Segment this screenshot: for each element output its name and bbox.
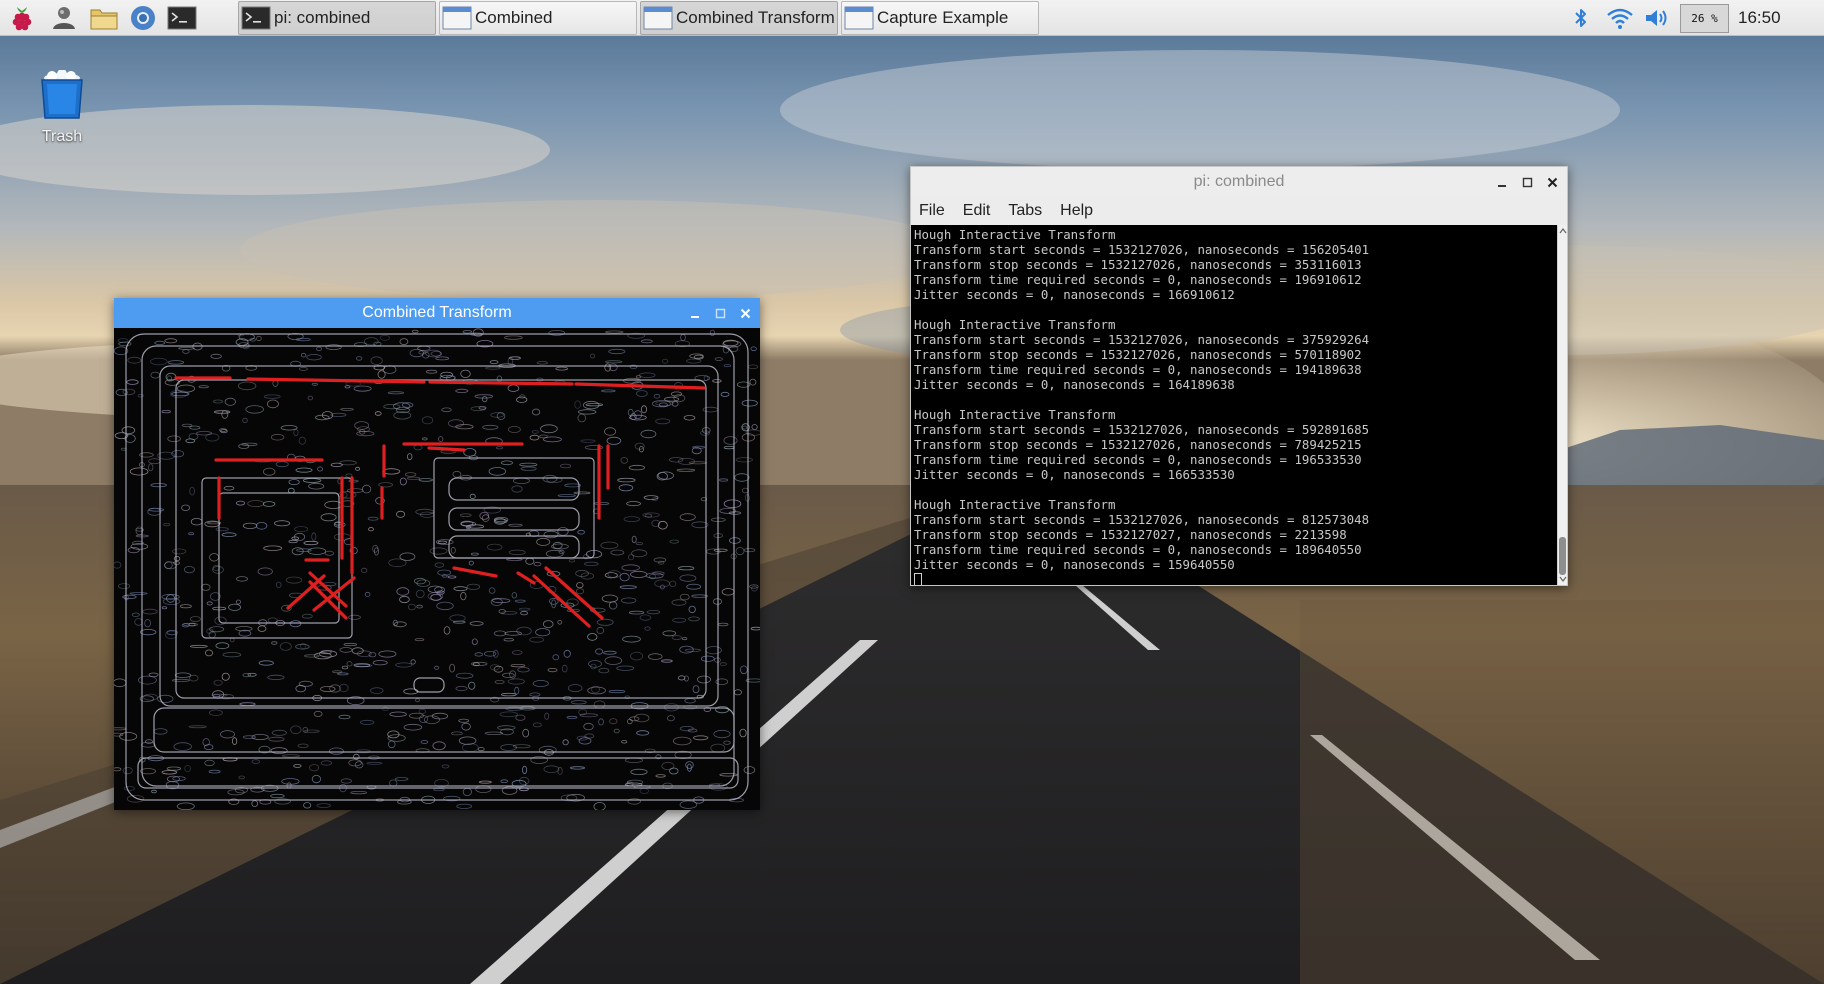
terminal-launcher-button[interactable] xyxy=(166,3,198,33)
terminal-line: Hough Interactive Transform xyxy=(914,497,1116,512)
trash-icon xyxy=(41,69,83,119)
terminal-line: Jitter seconds = 0, nanoseconds = 164189… xyxy=(914,377,1235,392)
terminal-line: Transform time required seconds = 0, nan… xyxy=(914,362,1362,377)
minimize-icon xyxy=(691,315,699,318)
menu-tabs[interactable]: Tabs xyxy=(1008,202,1042,220)
volume-icon xyxy=(1646,10,1667,26)
scrollbar-thumb[interactable] xyxy=(1559,537,1566,575)
task-pi-combined[interactable]: pi: combined xyxy=(238,1,436,35)
terminal-menubar: File Edit Tabs Help xyxy=(911,197,1567,225)
terminal-line: Transform start seconds = 1532127026, na… xyxy=(914,512,1370,527)
bluetooth-button[interactable] xyxy=(1568,4,1594,32)
file-manager-icon xyxy=(90,9,118,30)
menu-edit[interactable]: Edit xyxy=(963,202,991,220)
maximize-icon xyxy=(715,308,726,318)
pi-user-icon xyxy=(53,7,75,29)
terminal-icon xyxy=(167,6,197,30)
cpu-usage-monitor[interactable]: 26 % xyxy=(1680,4,1729,33)
window-controls xyxy=(689,298,752,328)
minimize-button[interactable] xyxy=(689,307,702,320)
window-titlebar[interactable]: Combined Transform xyxy=(114,298,760,328)
terminal-scrollbar[interactable] xyxy=(1557,225,1567,585)
edge-detection-image xyxy=(114,328,760,810)
terminal-icon xyxy=(241,6,271,30)
minimize-button[interactable] xyxy=(1496,176,1509,189)
chromium-icon xyxy=(131,6,155,30)
hough-line xyxy=(427,446,466,452)
terminal-cursor xyxy=(914,573,922,585)
terminal-line: Transform time required seconds = 0, nan… xyxy=(914,272,1362,287)
window-icon xyxy=(442,6,472,30)
task-label: Combined xyxy=(475,8,553,27)
task-label: Capture Example xyxy=(877,8,1009,27)
terminal-line: Transform start seconds = 1532127026, na… xyxy=(914,422,1370,437)
terminal-line: Transform start seconds = 1532127026, na… xyxy=(914,332,1370,347)
task-label: Combined Transform xyxy=(676,8,835,27)
terminal-line: Transform stop seconds = 1532127026, nan… xyxy=(914,257,1362,272)
window-title: pi: combined xyxy=(1193,173,1285,190)
clock[interactable]: 16:50 xyxy=(1738,0,1792,36)
hough-line xyxy=(428,380,574,386)
terminal-line: Jitter seconds = 0, nanoseconds = 159640… xyxy=(914,557,1235,572)
close-icon xyxy=(740,308,751,318)
scroll-down-arrow-icon[interactable] xyxy=(1559,575,1567,583)
terminal-line: Transform start seconds = 1532127026, na… xyxy=(914,242,1370,257)
file-manager-button[interactable] xyxy=(88,3,120,33)
combined-transform-window[interactable]: Combined Transform xyxy=(114,298,760,810)
minimize-icon xyxy=(1498,184,1506,187)
top-panel: pi: combined Combined Combined Transform… xyxy=(0,0,1824,36)
chromium-button[interactable] xyxy=(127,3,159,33)
window-controls xyxy=(1496,167,1559,197)
cpu-usage-value: 26 % xyxy=(1691,12,1718,25)
wifi-icon xyxy=(1607,8,1633,29)
task-combined-transform[interactable]: Combined Transform xyxy=(640,1,838,35)
terminal-line: Transform time required seconds = 0, nan… xyxy=(914,452,1362,467)
terminal-prompt xyxy=(914,572,1554,585)
pi-user-button[interactable] xyxy=(48,3,80,33)
terminal-window[interactable]: pi: combined File Edit Tabs Help Hough I… xyxy=(910,166,1568,586)
task-combined[interactable]: Combined xyxy=(439,1,637,35)
maximize-button[interactable] xyxy=(1521,176,1534,189)
terminal-line: Hough Interactive Transform xyxy=(914,317,1116,332)
raspberry-menu-icon xyxy=(12,7,32,31)
trash-desktop-icon[interactable]: Trash xyxy=(26,69,98,146)
scroll-up-arrow-icon[interactable] xyxy=(1559,227,1567,235)
window-icon xyxy=(643,6,673,30)
window-title: Combined Transform xyxy=(362,304,512,321)
bluetooth-icon xyxy=(1575,9,1586,27)
maximize-button[interactable] xyxy=(714,307,727,320)
terminal-line: Jitter seconds = 0, nanoseconds = 166910… xyxy=(914,287,1235,302)
raspberry-menu-button[interactable] xyxy=(6,3,38,33)
terminal-line: Transform time required seconds = 0, nan… xyxy=(914,542,1362,557)
maximize-icon xyxy=(1522,177,1533,187)
close-button[interactable] xyxy=(739,307,752,320)
menu-help[interactable]: Help xyxy=(1060,202,1093,220)
terminal-line: Transform stop seconds = 1532127026, nan… xyxy=(914,437,1362,452)
terminal-line: Hough Interactive Transform xyxy=(914,227,1116,242)
wifi-button[interactable] xyxy=(1604,4,1636,32)
task-label: pi: combined xyxy=(274,8,371,27)
terminal-line: Hough Interactive Transform xyxy=(914,407,1116,422)
task-capture-example[interactable]: Capture Example xyxy=(841,1,1039,35)
window-titlebar[interactable]: pi: combined xyxy=(911,167,1567,197)
terminal-line: Transform stop seconds = 1532127026, nan… xyxy=(914,347,1362,362)
trash-label: Trash xyxy=(41,128,83,145)
window-icon xyxy=(844,6,874,30)
terminal-output[interactable]: Hough Interactive Transform Transform sta… xyxy=(911,225,1557,585)
menu-file[interactable]: File xyxy=(919,202,945,220)
close-button[interactable] xyxy=(1546,176,1559,189)
volume-button[interactable] xyxy=(1642,4,1672,32)
terminal-line: Jitter seconds = 0, nanoseconds = 166533… xyxy=(914,467,1235,482)
close-icon xyxy=(1547,177,1558,187)
terminal-line: Transform stop seconds = 1532127027, nan… xyxy=(914,527,1347,542)
